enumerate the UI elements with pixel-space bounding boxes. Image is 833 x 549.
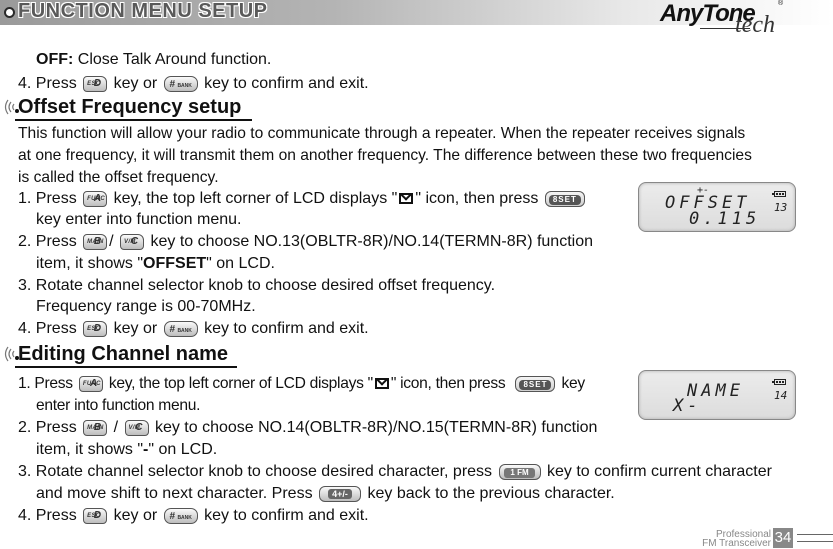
set-key-icon: 8SET (544, 190, 585, 207)
vm-key-icon: C V/M (124, 419, 149, 436)
esc-key-icon: D ESC (83, 75, 108, 92)
offset-step-4: 4. Press D ESC key or # BANK key to confi… (18, 320, 369, 337)
offset-description-line-3: is called the offset frequency. (18, 169, 219, 186)
channel-step-3-cont: and move shift to next character. Press … (36, 485, 615, 502)
channel-step-4: 4. Press D ESC key or # BANK key to confi… (18, 507, 369, 524)
offset-step-3: 3. Rotate channel selector knob to choos… (18, 277, 496, 294)
vm-key-icon: C V/M (120, 233, 145, 250)
brand-logo: AnyTone ® tech (660, 0, 830, 38)
func-key-icon: A FUNC (78, 375, 103, 392)
offset-step-2-cont: item, it shows "OFFSET" on LCD. (36, 255, 275, 272)
section-underline (15, 366, 237, 368)
section-title-offset: Offset Frequency setup (18, 96, 242, 118)
envelope-icon (399, 193, 414, 205)
section-underline (15, 119, 252, 121)
bank-key-icon: # BANK (163, 507, 198, 524)
offset-step-3-cont: Frequency range is 00-70MHz. (36, 298, 256, 315)
logo-registered: ® (778, 0, 784, 7)
battery-icon (772, 191, 786, 197)
lcd-line-2: 0.115 (689, 209, 761, 229)
lcd-display-name: NAME X- 14 (638, 370, 796, 420)
channel-step-2: 2. Press B MAIN / C V/M key to choose NO.1… (18, 419, 598, 436)
offset-step-1-cont: key enter into function menu. (36, 211, 242, 228)
page-title: FUNCTION MENU SETUP (18, 0, 268, 22)
channel-step-1-cont: enter into function menu. (36, 397, 201, 414)
set-key-icon: 8SET (515, 375, 556, 392)
func-key-icon: A FUNC (83, 190, 108, 207)
offset-description-line-2: at one frequency, it will transmit them … (18, 147, 752, 164)
lcd-channel-number: 14 (774, 389, 788, 402)
logo-sub: tech (735, 12, 775, 38)
battery-icon (772, 379, 786, 385)
esc-key-icon: D ESC (83, 507, 108, 524)
footer-rule (797, 534, 833, 535)
footer-rule (797, 541, 833, 542)
channel-step-1: 1. Press A FUNC key, the top left corner … (18, 375, 585, 392)
bank-key-icon: # BANK (163, 75, 198, 92)
offset-step-2: 2. Press B MAIN / C V/M key to choose NO.13… (18, 233, 593, 250)
lcd-display-offset: +- OFFSET 0.115 13 (638, 182, 796, 232)
off-description: OFF: Close Talk Around function. (36, 51, 272, 68)
channel-step-2-cont: item, it shows "-" on LCD. (36, 441, 218, 458)
envelope-icon (374, 378, 389, 390)
bullet-icon (4, 7, 15, 18)
main-key-icon: B MAIN (83, 233, 108, 250)
intro-step-4: 4. Press D ESC key or # BANK key to confi… (18, 75, 369, 92)
plus-minus-key-icon: 4+/- (319, 485, 362, 502)
channel-step-3: 3. Rotate channel selector knob to choos… (18, 463, 772, 480)
offset-description-line-1: This function will allow your radio to c… (18, 125, 746, 142)
section-title-channel-name: Editing Channel name (18, 343, 229, 365)
lcd-channel-number: 13 (774, 201, 788, 214)
lcd-line-2: X- (673, 396, 702, 416)
esc-key-icon: D ESC (83, 320, 108, 337)
fm-key-icon: 1 FM (498, 463, 541, 480)
bank-key-icon: # BANK (163, 320, 198, 337)
main-key-icon: B MAIN (83, 419, 108, 436)
offset-step-1: 1. Press A FUNC key, the top left corner … (18, 189, 587, 209)
page-number: 34 (773, 528, 793, 548)
